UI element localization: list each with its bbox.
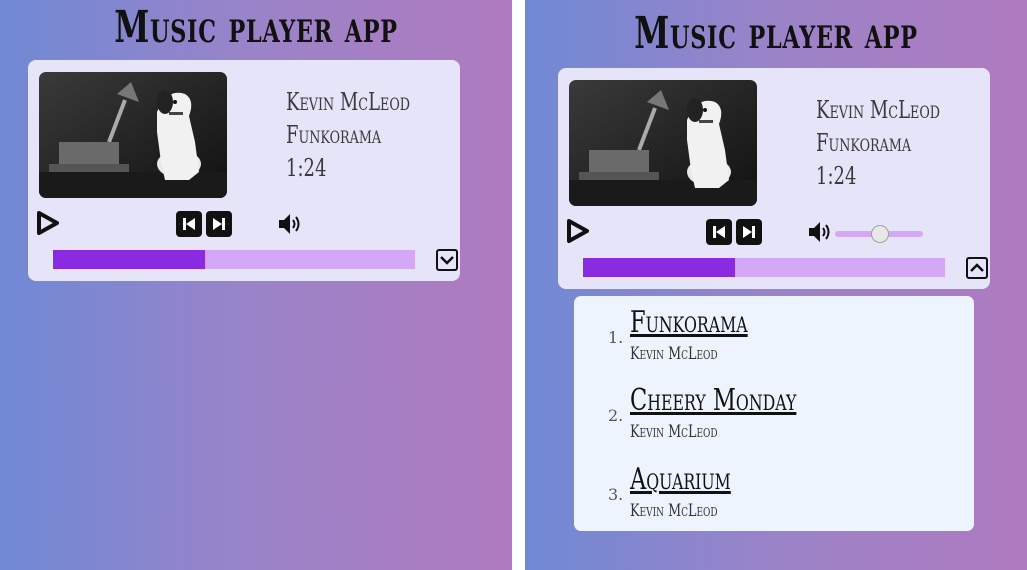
playlist-item-title[interactable]: Funkorama bbox=[630, 306, 748, 340]
track-info: Kevin McLeod Funkorama 1:24 bbox=[286, 86, 451, 185]
progress-fill bbox=[583, 258, 736, 277]
previous-track-button[interactable] bbox=[706, 219, 732, 245]
playlist-item-number: 3. bbox=[608, 485, 624, 504]
album-art bbox=[569, 80, 757, 206]
next-track-button[interactable] bbox=[206, 211, 232, 237]
skip-back-icon bbox=[706, 219, 732, 245]
volume-slider[interactable] bbox=[835, 225, 923, 243]
page-title: Music player app bbox=[634, 8, 918, 59]
track-title: Funkorama bbox=[286, 121, 382, 149]
progress-bar[interactable] bbox=[583, 258, 945, 277]
playlist-toggle-button[interactable] bbox=[436, 249, 458, 271]
divider bbox=[512, 0, 525, 570]
track-time: 1:24 bbox=[286, 154, 327, 182]
playlist-item-number: 2. bbox=[608, 406, 624, 425]
skip-forward-icon bbox=[206, 211, 232, 237]
volume-icon bbox=[809, 222, 830, 242]
volume-button[interactable] bbox=[277, 211, 303, 237]
next-track-button[interactable] bbox=[736, 219, 762, 245]
page-title: Music player app bbox=[114, 2, 398, 53]
play-button[interactable] bbox=[36, 210, 60, 236]
track-time: 1:24 bbox=[816, 162, 857, 190]
progress-fill bbox=[53, 250, 206, 269]
playlist-item-title[interactable]: Aquarium bbox=[630, 463, 731, 497]
play-icon bbox=[567, 219, 589, 243]
previous-track-button[interactable] bbox=[176, 211, 202, 237]
playlist-item-number: 1. bbox=[608, 328, 624, 347]
chevron-down-icon bbox=[440, 256, 454, 265]
playlist: 1. Funkorama Kevin McLeod 2. Cheery Mond… bbox=[574, 296, 974, 531]
chevron-up-icon bbox=[970, 263, 984, 272]
album-art bbox=[39, 72, 227, 198]
volume-icon bbox=[279, 214, 300, 234]
left-screen: Music player app Kevin McLeod Funkorama … bbox=[0, 0, 512, 570]
progress-bar[interactable] bbox=[53, 250, 415, 269]
playlist-item-artist: Kevin McLeod bbox=[630, 344, 718, 364]
artist-name: Kevin McLeod bbox=[286, 88, 411, 116]
skip-forward-icon bbox=[736, 219, 762, 245]
track-info: Kevin McLeod Funkorama 1:24 bbox=[816, 94, 981, 193]
dog-gramophone-image bbox=[569, 80, 757, 206]
play-button[interactable] bbox=[566, 218, 590, 244]
player-card: Kevin McLeod Funkorama 1:24 bbox=[28, 60, 460, 281]
playlist-toggle-button[interactable] bbox=[966, 257, 988, 279]
skip-back-icon bbox=[176, 211, 202, 237]
player-card: Kevin McLeod Funkorama 1:24 bbox=[558, 68, 990, 289]
playlist-item-artist: Kevin McLeod bbox=[630, 501, 718, 521]
playlist-item-artist: Kevin McLeod bbox=[630, 422, 718, 442]
right-screen: Music player app Kevin McLeod Funkorama … bbox=[525, 0, 1027, 570]
play-icon bbox=[37, 211, 59, 235]
track-title: Funkorama bbox=[816, 129, 912, 157]
playlist-item-title[interactable]: Cheery Monday bbox=[630, 384, 796, 418]
artist-name: Kevin McLeod bbox=[816, 96, 941, 124]
volume-slider-thumb[interactable] bbox=[871, 225, 889, 243]
dog-gramophone-image bbox=[39, 72, 227, 198]
volume-button[interactable] bbox=[807, 219, 833, 245]
